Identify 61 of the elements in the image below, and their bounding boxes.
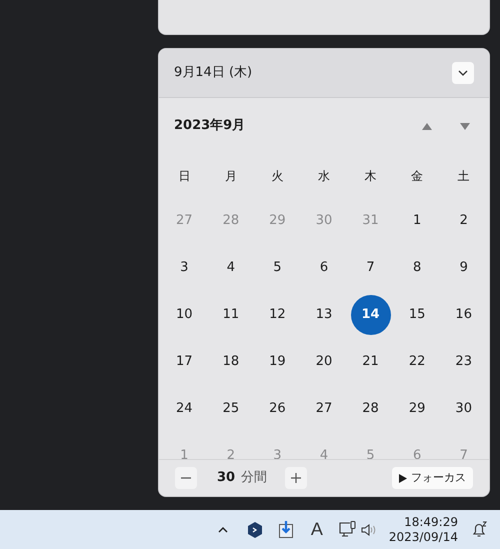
day-button[interactable]: 21 [350, 342, 391, 382]
day-button[interactable]: 8 [397, 248, 438, 288]
day-button[interactable]: 22 [397, 342, 438, 382]
day-button[interactable]: 10 [164, 294, 204, 334]
focus-button[interactable]: フォーカス [392, 467, 473, 489]
day-button[interactable]: 25 [210, 388, 251, 428]
next-month-button[interactable] [459, 120, 471, 132]
speaker-icon[interactable] [360, 522, 377, 536]
input-mode-indicator[interactable]: A [310, 516, 323, 543]
day-button[interactable]: 17 [164, 342, 204, 382]
weekday-label: 金 [411, 168, 424, 184]
day-button[interactable]: 26 [257, 388, 298, 428]
collapse-button[interactable] [452, 62, 474, 84]
day-button[interactable]: 30 [444, 388, 484, 428]
play-icon [399, 474, 407, 482]
network-icon[interactable] [338, 521, 357, 538]
day-button[interactable]: 2 [444, 200, 484, 240]
triangle-down-icon [460, 122, 470, 130]
weekday-label: 月 [224, 168, 237, 184]
day-button[interactable]: 14 [350, 294, 391, 334]
day-button[interactable]: 20 [304, 342, 344, 382]
weekday-label: 土 [458, 168, 470, 184]
clock-date[interactable]: 2023/09/14 [388, 530, 458, 544]
chevron-up-icon[interactable] [218, 526, 228, 532]
day-button[interactable]: 27 [304, 388, 344, 428]
day-button[interactable]: 12 [257, 294, 298, 334]
day-button[interactable]: 23 [444, 342, 484, 382]
weekday-label: 火 [271, 168, 284, 184]
day-button[interactable]: 3 [164, 248, 204, 288]
day-button[interactable]: 11 [210, 294, 251, 334]
weekday-label: 日 [178, 168, 190, 184]
date-title: 9月14日 (木) [174, 64, 252, 82]
day-button[interactable]: 7 [350, 248, 391, 288]
day-button[interactable]: 15 [397, 294, 438, 334]
minus-icon [181, 477, 191, 479]
day-button[interactable]: 13 [304, 294, 344, 334]
day-button[interactable]: 1 [397, 200, 438, 240]
download-tray-icon[interactable] [278, 521, 293, 538]
increase-button[interactable] [285, 467, 308, 489]
day-button[interactable]: 4 [210, 248, 251, 288]
day-button[interactable]: 9 [444, 248, 484, 288]
decrease-button[interactable] [175, 467, 197, 489]
month-title: 2023年9月 [174, 117, 246, 136]
duration-value: 30 [217, 469, 236, 488]
day-button[interactable]: 5 [257, 248, 298, 288]
day-button[interactable]: 6 [304, 248, 344, 288]
chevron-down-icon [458, 70, 468, 76]
day-button[interactable]: 16 [444, 294, 484, 334]
notification-bell-icon[interactable] [472, 521, 488, 538]
day-button[interactable]: 24 [164, 388, 204, 428]
weekday-label: 木 [364, 168, 377, 184]
day-button[interactable]: 18 [210, 342, 251, 382]
hexagon-app-icon[interactable] [248, 522, 262, 538]
plus-icon [291, 473, 302, 483]
triangle-up-icon [422, 122, 432, 130]
duration-unit: 分間 [241, 469, 268, 488]
day-button[interactable]: 28 [350, 388, 391, 428]
weekday-label: 水 [318, 168, 330, 184]
clock-time[interactable]: 18:49:29 [404, 514, 458, 530]
day-button[interactable]: 19 [257, 342, 298, 382]
day-button[interactable]: 29 [397, 388, 438, 428]
